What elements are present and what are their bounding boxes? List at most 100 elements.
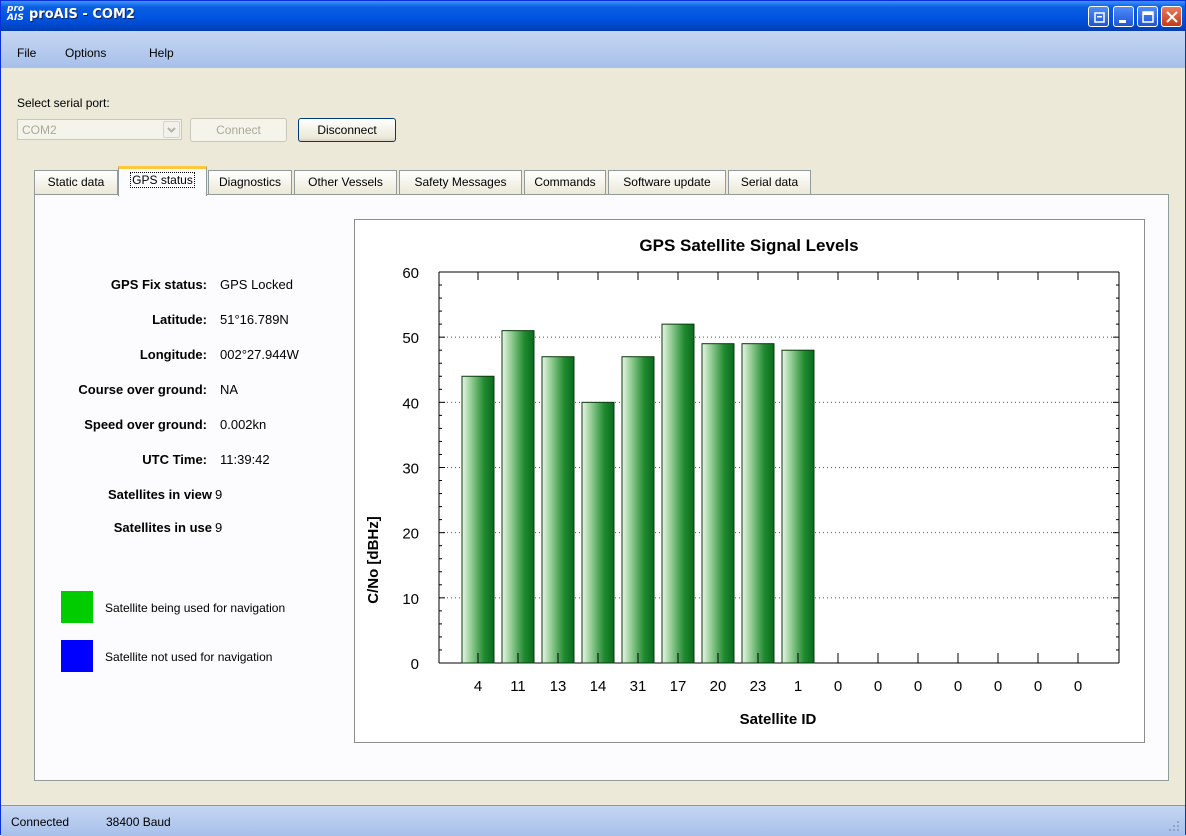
resize-grip-icon[interactable] <box>1167 819 1181 833</box>
connect-button[interactable]: Connect <box>190 118 287 142</box>
sats-in-use-value: 9 <box>215 520 223 535</box>
sats-in-view-label: Satellites in view <box>107 487 212 502</box>
x-tick-label: 0 <box>834 678 842 695</box>
gps-fix-value: GPS Locked <box>220 277 293 292</box>
bar <box>541 356 575 664</box>
chart-title: GPS Satellite Signal Levels <box>639 236 858 255</box>
longitude-row: Longitude: 002°27.944W <box>1 347 299 367</box>
x-tick-label: 4 <box>474 678 482 695</box>
legend-not-used-swatch <box>61 640 93 672</box>
x-tick-label: 0 <box>914 678 922 695</box>
latitude-value: 51°16.789N <box>220 312 289 327</box>
y-tick-label: 20 <box>402 526 419 543</box>
tab-commands[interactable]: Commands <box>524 170 606 194</box>
x-tick-label: 0 <box>1034 678 1042 695</box>
app-icon: pro AIS <box>7 4 25 23</box>
x-tick-label: 14 <box>590 678 607 695</box>
signal-chart-svg: GPS Satellite Signal Levels Satellite ID… <box>365 236 1120 728</box>
bar <box>581 401 615 664</box>
x-tick-label: 0 <box>994 678 1002 695</box>
y-axis-label: C/No [dBHz] <box>365 516 382 603</box>
tab-diagnostics[interactable]: Diagnostics <box>208 170 292 194</box>
bar <box>621 356 655 664</box>
tab-serial-data[interactable]: Serial data <box>728 170 811 194</box>
menu-file[interactable]: File <box>17 46 36 60</box>
x-tick-label: 20 <box>710 678 727 695</box>
tab-safety-messages[interactable]: Safety Messages <box>399 170 522 194</box>
course-label: Course over ground: <box>78 382 207 397</box>
latitude-label: Latitude: <box>152 312 207 327</box>
x-tick-label: 0 <box>954 678 962 695</box>
bar <box>461 375 495 664</box>
menu-options[interactable]: Options <box>65 46 106 60</box>
speed-row: Speed over ground: 0.002kn <box>1 417 266 437</box>
sats-in-use-row: Satellites in use 9 <box>1 520 223 540</box>
title-bar[interactable]: pro AIS proAIS - COM2 <box>1 1 1185 31</box>
bar <box>501 330 535 664</box>
course-value: NA <box>220 382 239 397</box>
x-axis-label: Satellite ID <box>740 711 817 728</box>
tab-software-update[interactable]: Software update <box>608 170 726 194</box>
x-tick-label: 23 <box>750 678 767 695</box>
speed-label: Speed over ground: <box>84 417 207 432</box>
dropdown-button[interactable] <box>163 121 180 138</box>
status-bar: Connected 38400 Baud <box>1 805 1185 836</box>
bar <box>741 343 775 664</box>
baud-rate: 38400 Baud <box>106 815 171 829</box>
speed-value: 0.002kn <box>220 417 267 432</box>
minimize-icon <box>1119 20 1126 23</box>
tab-static-data[interactable]: Static data <box>34 170 118 194</box>
legend-not-used-label: Satellite not used for navigation <box>105 650 273 664</box>
tab-gps-status[interactable]: GPS status <box>118 166 207 196</box>
window-title: proAIS - COM2 <box>29 7 135 22</box>
close-icon <box>1166 11 1178 23</box>
sats-in-view-row: Satellites in view 9 <box>1 487 222 507</box>
serial-port-select[interactable]: COM2 <box>17 119 182 140</box>
serial-port-value: COM2 <box>22 123 57 137</box>
x-tick-label: 17 <box>670 678 687 695</box>
chevron-down-icon <box>167 127 176 133</box>
y-tick-label: 40 <box>402 395 419 412</box>
legend-used-label: Satellite being used for navigation <box>105 601 286 615</box>
x-tick-label: 31 <box>630 678 647 695</box>
y-tick-label: 0 <box>411 656 419 673</box>
gps-fix-row: GPS Fix status: GPS Locked <box>1 277 293 297</box>
signal-chart: GPS Satellite Signal Levels Satellite ID… <box>354 219 1145 743</box>
utc-time-row: UTC Time: 11:39:42 <box>1 452 269 472</box>
menu-help[interactable]: Help <box>149 46 174 60</box>
maximize-icon <box>1142 11 1154 23</box>
x-tick-label: 1 <box>794 678 802 695</box>
bar <box>661 323 695 664</box>
tab-other-vessels[interactable]: Other Vessels <box>294 170 397 194</box>
latitude-row: Latitude: 51°16.789N <box>1 312 289 332</box>
utc-time-value: 11:39:42 <box>220 452 270 467</box>
bar <box>701 343 735 664</box>
gps-fix-label: GPS Fix status: <box>110 277 207 292</box>
bar <box>781 349 815 664</box>
x-tick-label: 0 <box>874 678 882 695</box>
sats-in-use-label: Satellites in use <box>113 520 212 535</box>
context-icon <box>1094 12 1105 23</box>
legend-used-swatch <box>61 591 93 623</box>
longitude-label: Longitude: <box>139 347 207 362</box>
x-tick-label: 11 <box>510 678 526 695</box>
x-tick-label: 0 <box>1074 678 1082 695</box>
serial-port-label: Select serial port: <box>17 96 110 110</box>
connection-status: Connected <box>11 815 70 829</box>
disconnect-button[interactable]: Disconnect <box>298 118 396 142</box>
close-button[interactable] <box>1161 6 1182 27</box>
help-context-button[interactable] <box>1088 6 1109 27</box>
y-tick-label: 30 <box>402 461 419 478</box>
menu-bar: File Options Help <box>1 31 1185 68</box>
y-tick-label: 50 <box>402 330 419 347</box>
minimize-button[interactable] <box>1113 6 1134 27</box>
y-tick-label: 10 <box>402 591 419 608</box>
utc-time-label: UTC Time: <box>142 452 207 467</box>
longitude-value: 002°27.944W <box>220 347 299 362</box>
sats-in-view-value: 9 <box>215 487 223 502</box>
course-row: Course over ground: NA <box>1 382 238 402</box>
app-window: pro AIS proAIS - COM2 File Options Help S… <box>0 0 1186 836</box>
x-tick-label: 13 <box>550 678 567 695</box>
y-tick-label: 60 <box>402 265 419 282</box>
maximize-button[interactable] <box>1137 6 1158 27</box>
